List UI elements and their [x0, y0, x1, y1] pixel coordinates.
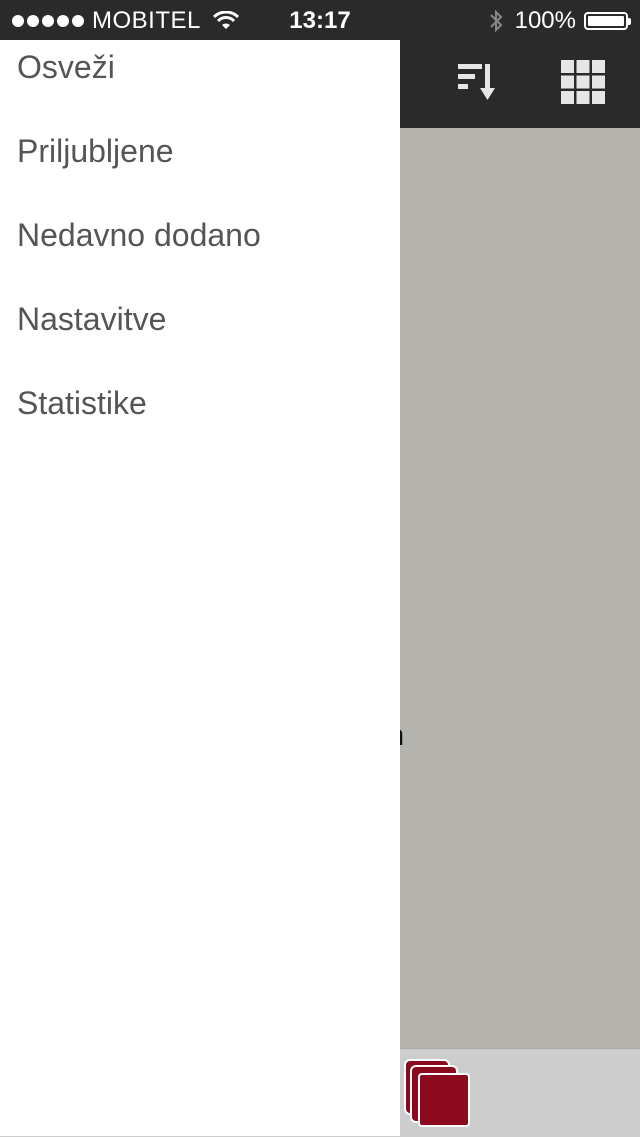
battery-percent: 100% — [514, 7, 576, 34]
sort-icon[interactable] — [454, 60, 498, 104]
drawer-item-priljubljene[interactable]: Priljubljene — [0, 94, 400, 178]
drawer-item-statistike[interactable]: Statistike — [0, 346, 400, 430]
battery-icon — [584, 12, 631, 30]
bluetooth-icon — [489, 9, 503, 33]
navigation-drawer: Osveži Priljubljene Nedavno dodano Nasta… — [0, 40, 400, 1136]
drawer-item-osvezi[interactable]: Osveži — [0, 10, 400, 94]
stack-icon[interactable] — [403, 1056, 473, 1128]
grid-view-icon[interactable] — [560, 59, 606, 105]
status-right: 100% — [489, 7, 631, 35]
drawer-item-nedavno-dodano[interactable]: Nedavno dodano — [0, 178, 400, 262]
drawer-menu: Osveži Priljubljene Nedavno dodano Nasta… — [0, 10, 400, 430]
drawer-item-nastavitve[interactable]: Nastavitve — [0, 262, 400, 346]
